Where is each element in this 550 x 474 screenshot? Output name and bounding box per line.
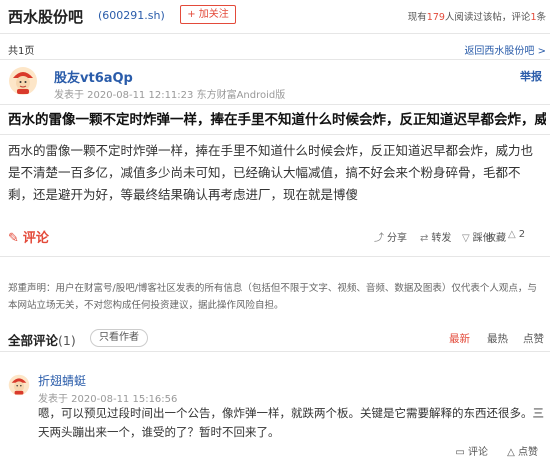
post-body: 西水的雷像一颗不定时炸弹一样，捧在手里不知道什么时候会炸，反正知道迟早都会炸，威… bbox=[8, 143, 534, 202]
stock-code-link[interactable]: (600291.sh) bbox=[98, 9, 165, 22]
comment-like-label: 点赞 bbox=[518, 447, 538, 458]
reply-icon: ▭ bbox=[455, 447, 468, 458]
post-author-block: 股友vt6aQp 发表于 2020-08-11 12:11:23 东方财富And… bbox=[8, 66, 548, 102]
page-count: 共1页 bbox=[8, 46, 35, 57]
sort-latest-tab[interactable]: 最新 bbox=[449, 331, 470, 346]
repost-icon: ⇄ bbox=[420, 233, 429, 244]
readers-count: 179 bbox=[426, 12, 445, 23]
comment-label: 评论 bbox=[22, 231, 49, 246]
readers-suffix: 条 bbox=[536, 12, 546, 23]
share-button[interactable]: ⤴ 分享 bbox=[374, 229, 407, 244]
disclaimer-text: 郑重声明：用户在财富号/股吧/博客社区发表的所有信息（包括但不限于文字、视频、音… bbox=[8, 283, 537, 311]
pen-icon: ✎ bbox=[8, 231, 19, 246]
sort-like-tab[interactable]: 点赞 bbox=[523, 331, 544, 346]
comment-reply-label: 评论 bbox=[468, 447, 488, 458]
comment-button[interactable]: ✎ 评论 bbox=[8, 227, 49, 246]
comment-text: 嗯，可以预见过段时间出一个公告，像炸弹一样，就跌两个板。关键是它需要解释的东西还… bbox=[38, 406, 544, 439]
repost-label: 转发 bbox=[431, 233, 452, 244]
share-icon: ⤴ bbox=[374, 233, 384, 244]
pager-bar: 共1页 返回西水股份吧 > bbox=[0, 40, 550, 60]
readers-prefix: 现有 bbox=[407, 12, 427, 23]
report-link[interactable]: 举报 bbox=[520, 68, 542, 84]
divider bbox=[0, 256, 550, 257]
thumb-up-icon: △ bbox=[507, 447, 518, 458]
comments-title-count: (1) bbox=[58, 333, 76, 348]
comment-reply-button[interactable]: ▭ 评论 bbox=[455, 443, 488, 458]
comment-like-button[interactable]: △ 点赞 bbox=[507, 443, 538, 458]
follow-button[interactable]: + 加关注 bbox=[180, 5, 236, 24]
post-author-name[interactable]: 股友vt6aQp bbox=[54, 67, 133, 86]
comments-title: 全部评论(1) bbox=[8, 330, 76, 349]
readers-mid: 人阅读过该帖，评论 bbox=[444, 12, 531, 23]
favorite-label: 收藏 bbox=[485, 233, 506, 244]
comments-title-label: 全部评论 bbox=[8, 333, 59, 348]
post-action-bar: ✎ 评论 ⤴ 分享 ⇄ 转发 ▽ 踩他 △ 2 bbox=[0, 226, 550, 248]
avatar[interactable] bbox=[8, 66, 38, 96]
favorite-button-label[interactable]: ☆ 收藏 bbox=[474, 229, 506, 244]
sort-hot-tab[interactable]: 最热 bbox=[487, 331, 508, 346]
like-button[interactable]: △ 2 bbox=[508, 229, 525, 240]
bar-title[interactable]: 西水股份吧 bbox=[8, 6, 83, 27]
share-label: 分享 bbox=[387, 233, 407, 244]
only-author-toggle[interactable]: 只看作者 bbox=[90, 329, 148, 347]
comments-header: 全部评论(1) 只看作者 最新 最热 点赞 bbox=[0, 324, 550, 352]
return-to-bar-link[interactable]: 返回西水股份吧 > bbox=[464, 42, 546, 57]
comment-item: 折翅蜻蜓 发表于 2020-08-11 15:16:56 嗯，可以预见过段时间出… bbox=[8, 364, 548, 474]
avatar[interactable] bbox=[8, 374, 30, 396]
repost-button[interactable]: ⇄ 转发 bbox=[420, 229, 451, 244]
star-icon: ☆ bbox=[474, 233, 483, 244]
like-count: 2 bbox=[518, 229, 526, 240]
top-bar: 西水股份吧 (600291.sh) + 加关注 现有179人阅读过该帖，评论1条 bbox=[0, 0, 550, 34]
thumb-up-icon: △ bbox=[508, 229, 516, 240]
divider bbox=[0, 134, 550, 135]
comment-meta: 发表于 2020-08-11 15:16:56 bbox=[38, 394, 178, 405]
post-title: 西水的雷像一颗不定时炸弹一样，捧在手里不知道什么时候会炸，反正知道迟早都会炸，威 bbox=[8, 112, 546, 128]
thumb-down-icon: ▽ bbox=[462, 233, 470, 244]
post-meta: 发表于 2020-08-11 12:11:23 东方财富Android版 bbox=[54, 90, 286, 101]
divider bbox=[0, 104, 550, 105]
comment-author-name[interactable]: 折翅蜻蜓 bbox=[38, 372, 86, 389]
reader-stats: 现有179人阅读过该帖，评论1条 bbox=[408, 9, 546, 23]
